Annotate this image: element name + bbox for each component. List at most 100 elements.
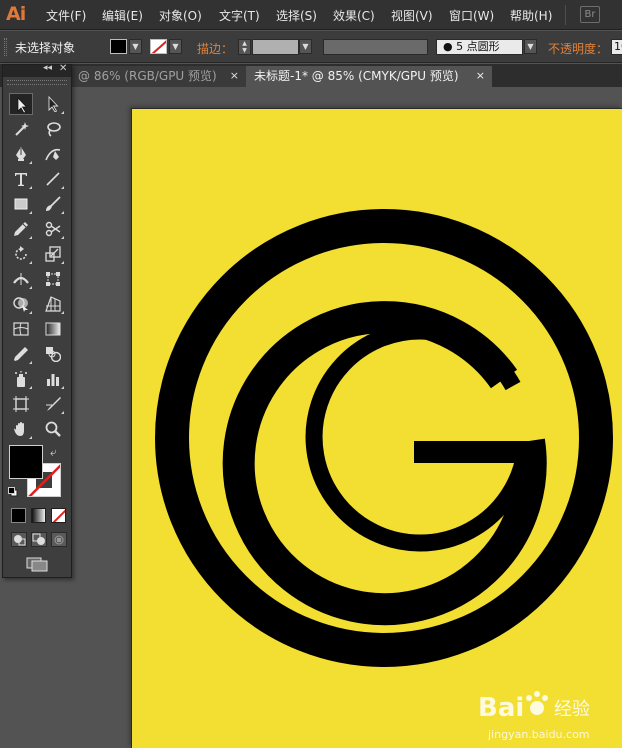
brush-definition-label: 5 点圆形 [456, 40, 500, 53]
tools-panel-grip[interactable] [7, 80, 67, 85]
type-tool[interactable] [9, 168, 33, 190]
color-mode-button[interactable] [11, 508, 26, 523]
tools-panel: ◂◂ ✕ ⤶ [2, 63, 72, 578]
blend-tool[interactable] [41, 343, 65, 365]
paintbrush-tool[interactable] [41, 193, 65, 215]
menu-object[interactable]: 对象(O) [159, 7, 202, 24]
artboard[interactable] [131, 108, 622, 748]
stroke-dropdown-arrow[interactable]: ▼ [169, 39, 182, 54]
selection-tool[interactable] [9, 93, 33, 115]
gradient-mode-button[interactable] [31, 508, 46, 523]
default-colors-glyph [8, 487, 18, 497]
stroke-color-swatch[interactable] [150, 39, 167, 54]
menu-select[interactable]: 选择(S) [276, 7, 317, 24]
draw-inside-icon [54, 535, 64, 545]
flyout-indicator [29, 436, 32, 439]
variable-width-profile[interactable] [323, 39, 428, 55]
bridge-button[interactable]: Br [580, 6, 600, 23]
hand-tool-icon [14, 422, 24, 436]
flyout-indicator [61, 111, 64, 114]
tab-document-rgb[interactable]: @ 86% (RGB/GPU 预览) × [70, 66, 246, 87]
svg-text:jingyan.baidu.com: jingyan.baidu.com [487, 728, 590, 741]
stroke-weight-dropdown[interactable]: ▼ [299, 39, 312, 54]
menu-help[interactable]: 帮助(H) [510, 7, 552, 24]
menu-edit[interactable]: 编辑(E) [102, 7, 143, 24]
draw-behind-button[interactable] [31, 532, 47, 547]
flyout-indicator [61, 311, 64, 314]
blend-tool-icon [46, 347, 61, 362]
g-inner-arc[interactable] [305, 322, 534, 552]
app-logo: Ai [6, 3, 26, 25]
tab-document-untitled[interactable]: 未标题-1* @ 85% (CMYK/GPU 预览) × [246, 66, 492, 87]
collapse-icon[interactable]: ◂◂ [43, 63, 52, 73]
stroke-weight-input[interactable] [252, 39, 299, 55]
symbol-sprayer-tool[interactable] [9, 368, 33, 390]
perspective-grid-tool[interactable] [41, 293, 65, 315]
draw-normal-button[interactable] [11, 532, 27, 547]
selection-status: 未选择对象 [15, 41, 76, 55]
menu-effect[interactable]: 效果(C) [333, 7, 375, 24]
logo-artwork[interactable] [132, 109, 622, 748]
close-icon[interactable]: ✕ [59, 63, 67, 74]
tab-close-icon[interactable]: × [476, 66, 485, 86]
opacity-input[interactable]: 10 [611, 39, 622, 55]
brush-dot-icon: ● [443, 40, 453, 53]
gradient-tool[interactable] [41, 318, 65, 340]
eyedropper-tool-icon [14, 347, 28, 361]
free-transform-tool[interactable] [41, 268, 65, 290]
scale-tool[interactable] [41, 243, 65, 265]
flyout-indicator [61, 211, 64, 214]
menu-file[interactable]: 文件(F) [46, 7, 86, 24]
scissors-tool[interactable] [41, 218, 65, 240]
magic-wand-tool[interactable] [9, 118, 33, 140]
mesh-tool[interactable] [9, 318, 33, 340]
fill-dropdown-arrow[interactable]: ▼ [129, 39, 142, 54]
hand-tool[interactable] [9, 418, 33, 440]
stroke-label[interactable]: 描边： [197, 40, 233, 57]
lasso-tool[interactable] [41, 118, 65, 140]
shape-builder-tool[interactable] [9, 293, 33, 315]
zoom-tool-icon [45, 421, 61, 437]
eyedropper-tool[interactable] [9, 343, 33, 365]
rectangle-tool[interactable] [9, 193, 33, 215]
flyout-indicator [29, 386, 32, 389]
artboard-tool[interactable] [9, 393, 33, 415]
g-crossbar[interactable] [414, 441, 541, 463]
column-graph-tool[interactable] [41, 368, 65, 390]
width-tool[interactable] [9, 268, 33, 290]
flyout-indicator [29, 211, 32, 214]
menu-type[interactable]: 文字(T) [219, 7, 260, 24]
flyout-indicator [61, 186, 64, 189]
swap-fill-stroke-icon[interactable]: ⤶ [50, 445, 57, 460]
menu-window[interactable]: 窗口(W) [449, 7, 494, 24]
slice-tool-icon [46, 397, 61, 411]
tab-close-icon[interactable]: × [230, 66, 239, 86]
stroke-weight-stepper[interactable]: ▲ ▼ [238, 39, 251, 55]
slice-tool[interactable] [41, 393, 65, 415]
rotate-tool[interactable] [9, 243, 33, 265]
paw-icon [526, 691, 548, 715]
menu-separator [565, 5, 566, 25]
menu-view[interactable]: 视图(V) [391, 7, 433, 24]
draw-inside-button[interactable] [51, 532, 67, 547]
document-tab-bar: @ 86% (RGB/GPU 预览) × 未标题-1* @ 85% (CMYK/… [0, 64, 622, 87]
opacity-label[interactable]: 不透明度： [548, 40, 608, 57]
curvature-tool-icon [45, 148, 61, 161]
pen-tool[interactable] [9, 143, 33, 165]
tools-panel-header[interactable]: ◂◂ ✕ [3, 63, 71, 77]
fill-color-swatch[interactable] [110, 39, 127, 54]
direct-selection-tool-icon [48, 96, 59, 112]
screen-mode-button[interactable] [25, 556, 49, 572]
fill-box[interactable] [9, 445, 43, 479]
zoom-tool[interactable] [41, 418, 65, 440]
brush-dropdown-arrow[interactable]: ▼ [524, 39, 537, 54]
pencil-tool[interactable] [9, 218, 33, 240]
control-bar-grip[interactable] [4, 38, 7, 56]
none-mode-button[interactable] [51, 508, 66, 523]
pencil-tool-icon [14, 222, 28, 236]
default-fill-stroke-icon[interactable] [8, 486, 18, 497]
line-segment-tool[interactable] [41, 168, 65, 190]
curvature-tool[interactable] [41, 143, 65, 165]
brush-definition-select[interactable]: ● 5 点圆形 [436, 39, 523, 55]
direct-selection-tool[interactable] [41, 93, 65, 115]
